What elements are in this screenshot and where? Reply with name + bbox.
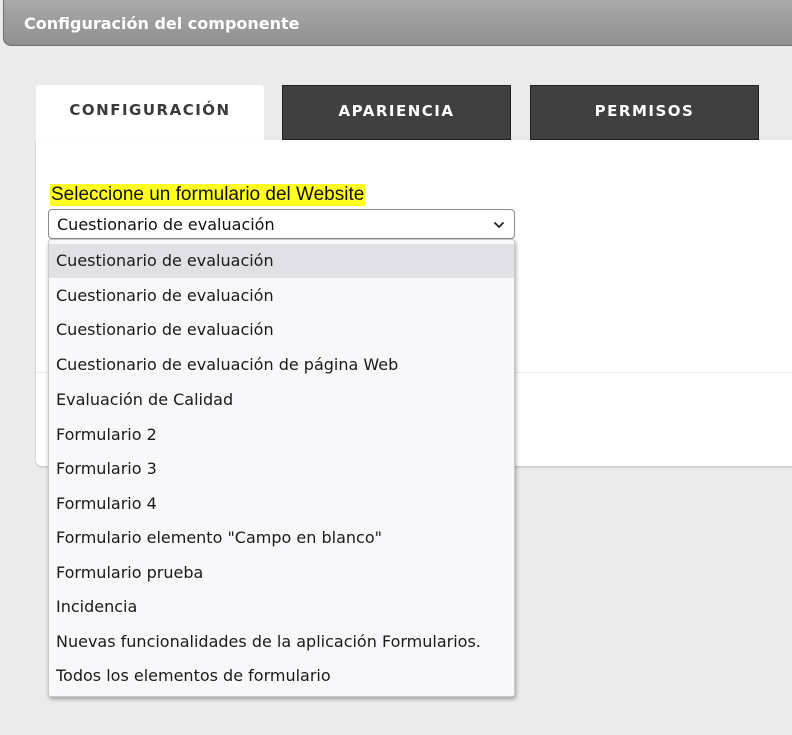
dropdown-option[interactable]: Incidencia bbox=[49, 590, 514, 624]
header-title: Configuración del componente bbox=[24, 14, 300, 33]
component-header: Configuración del componente bbox=[3, 0, 792, 46]
dropdown-option[interactable]: Cuestionario de evaluación bbox=[49, 313, 514, 347]
dropdown-option[interactable]: Cuestionario de evaluación de página Web bbox=[49, 348, 514, 382]
form-select[interactable]: Cuestionario de evaluación bbox=[48, 209, 515, 239]
form-select-value: Cuestionario de evaluación bbox=[57, 215, 275, 234]
dropdown-option[interactable]: Todos los elementos de formulario bbox=[49, 659, 514, 693]
form-select-label: Seleccione un formulario del Website bbox=[50, 184, 366, 206]
dropdown-option[interactable]: Cuestionario de evaluación bbox=[49, 279, 514, 313]
dropdown-option[interactable]: Formulario 2 bbox=[49, 418, 514, 452]
dropdown-option[interactable]: Nuevas funcionalidades de la aplicación … bbox=[49, 625, 514, 659]
dropdown-option[interactable]: Evaluación de Calidad bbox=[49, 383, 514, 417]
dropdown-option[interactable]: Cuestionario de evaluación bbox=[49, 244, 514, 278]
tab-apariencia[interactable]: APARIENCIA bbox=[282, 85, 511, 140]
tab-configuracion[interactable]: CONFIGURACIÓN bbox=[36, 85, 264, 141]
dropdown-option[interactable]: Formulario elemento "Campo en blanco" bbox=[49, 521, 514, 555]
dropdown-option[interactable]: Formulario 4 bbox=[49, 487, 514, 521]
dropdown-option[interactable]: Formulario 3 bbox=[49, 452, 514, 486]
dropdown-option[interactable]: Formulario prueba bbox=[49, 556, 514, 590]
chevron-down-icon bbox=[494, 222, 504, 228]
form-select-dropdown: Cuestionario de evaluación Cuestionario … bbox=[48, 239, 515, 697]
tab-permisos[interactable]: PERMISOS bbox=[530, 85, 759, 140]
